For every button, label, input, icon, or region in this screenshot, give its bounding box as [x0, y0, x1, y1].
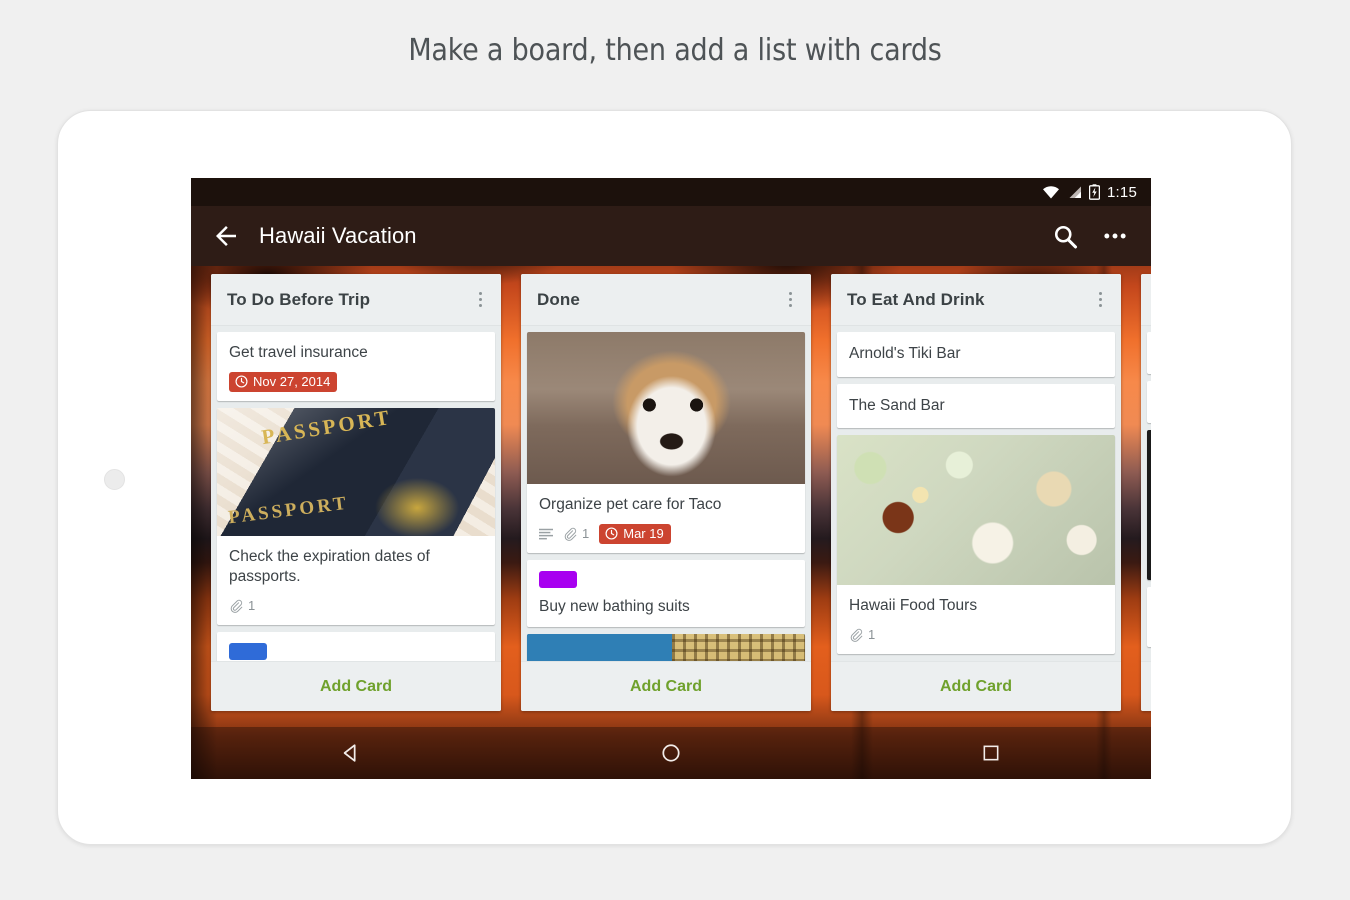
list-menu-icon[interactable] — [1089, 287, 1111, 313]
card-beach-resort[interactable] — [527, 634, 805, 661]
card-blue-label[interactable] — [217, 631, 495, 661]
list-to-eat-and-drink[interactable]: To Eat And Drink Arnold's Tiki Bar The S… — [831, 274, 1121, 711]
card[interactable] — [1147, 332, 1151, 374]
list-header: To Eat And Drink — [831, 274, 1121, 326]
due-date-badge[interactable]: Mar 19 — [599, 523, 671, 544]
wifi-icon — [1043, 186, 1059, 199]
status-bar-clock: 1:15 — [1107, 183, 1137, 201]
list-header — [1141, 274, 1151, 326]
card-title: Check the expiration dates of passports. — [229, 547, 430, 586]
search-icon[interactable] — [1051, 222, 1079, 250]
card[interactable] — [1147, 381, 1151, 423]
card-badges: 1 — [849, 626, 1103, 644]
card-the-sand-bar[interactable]: The Sand Bar — [837, 383, 1115, 429]
list-header: To Do Before Trip — [211, 274, 501, 326]
list-cards: Arnold's Tiki Bar The Sand Bar Hawaii Fo… — [831, 326, 1121, 661]
add-card-button-list-3[interactable]: Add Card — [831, 661, 1121, 711]
card-title: Arnold's Tiki Bar — [849, 345, 961, 362]
list-title: To Do Before Trip — [227, 289, 371, 309]
app-bar: Hawaii Vacation — [191, 206, 1151, 266]
due-date-text: Mar 19 — [623, 525, 664, 541]
card-cover-passport-photo — [217, 407, 495, 536]
android-status-bar: 1:15 — [191, 178, 1151, 206]
list-cards: Get travel insurance Nov 27, 2014 PASSPO… — [211, 326, 501, 661]
card-title: Organize pet care for Taco — [539, 496, 722, 513]
attachment-badge: 1 — [229, 598, 255, 613]
attachment-count: 1 — [868, 627, 876, 643]
list-done[interactable]: Done Organize pet care for Taco 1 Mar 19… — [521, 274, 811, 711]
card-label-purple — [539, 570, 577, 588]
card-title: Get travel insurance — [229, 344, 368, 361]
device-screen: 1:15 Hawaii Vacation To Do Before Trip G… — [191, 178, 1151, 779]
attachment-count: 1 — [248, 598, 256, 614]
list-partial-next[interactable] — [1141, 274, 1151, 711]
due-date-badge[interactable]: Nov 27, 2014 — [229, 371, 338, 392]
add-card-button-list-1[interactable]: Add Card — [211, 661, 501, 711]
card-title: Hawaii Food Tours — [849, 597, 978, 615]
paperclip-icon — [564, 527, 577, 541]
clock-icon — [235, 375, 248, 388]
list-cards: Organize pet care for Taco 1 Mar 19 Buy … — [521, 326, 811, 661]
card-organize-pet-care[interactable]: Organize pet care for Taco 1 Mar 19 — [527, 332, 805, 553]
card-cover-food-platter-photo — [837, 435, 1115, 586]
nav-home-icon[interactable] — [644, 733, 698, 773]
battery-icon — [1089, 184, 1100, 200]
clock-icon — [605, 527, 618, 540]
nav-recents-icon[interactable] — [964, 733, 1018, 773]
card-check-passports[interactable]: Check the expiration dates of passports.… — [217, 407, 495, 625]
add-card-button-list-4[interactable] — [1141, 661, 1151, 711]
overflow-menu-icon[interactable] — [1101, 222, 1129, 250]
card-title: Buy new bathing suits — [539, 597, 690, 615]
description-icon — [539, 528, 553, 540]
back-arrow-icon[interactable] — [211, 221, 241, 251]
android-nav-bar — [191, 727, 1151, 779]
card-get-travel-insurance[interactable]: Get travel insurance Nov 27, 2014 — [217, 332, 495, 401]
card-title: The Sand Bar — [849, 396, 945, 414]
list-cards — [1141, 326, 1151, 661]
card[interactable] — [1147, 430, 1151, 580]
attachment-badge: 1 — [563, 526, 589, 541]
page-title: Make a board, then add a list with cards — [408, 33, 942, 68]
card-arnolds-tiki-bar[interactable]: Arnold's Tiki Bar — [837, 332, 1115, 377]
nav-back-icon[interactable] — [324, 733, 378, 773]
list-header: Done — [521, 274, 811, 326]
card-badges: 1 Mar 19 — [539, 523, 793, 544]
due-date-text: Nov 27, 2014 — [253, 373, 331, 389]
signal-icon — [1069, 186, 1081, 198]
paperclip-icon — [850, 628, 863, 642]
card[interactable] — [1147, 587, 1151, 647]
list-title: Done — [537, 289, 580, 309]
board-lists-container[interactable]: To Do Before Trip Get travel insurance N… — [191, 266, 1151, 779]
card-cover-beach-resort-photo — [527, 634, 805, 661]
list-menu-icon[interactable] — [469, 287, 491, 313]
card-badges: 1 — [229, 597, 483, 615]
card-cover-puppy-photo — [527, 332, 805, 484]
device-home-button[interactable] — [104, 469, 125, 490]
attachment-count: 1 — [582, 526, 590, 542]
list-to-do-before-trip[interactable]: To Do Before Trip Get travel insurance N… — [211, 274, 501, 711]
list-menu-icon[interactable] — [779, 287, 801, 313]
card-label-blue — [229, 642, 267, 660]
card-hawaii-food-tours[interactable]: Hawaii Food Tours 1 — [837, 435, 1115, 654]
paperclip-icon — [230, 599, 243, 613]
card-buy-bathing-suits[interactable]: Buy new bathing suits — [527, 559, 805, 628]
list-title: To Eat And Drink — [847, 289, 985, 309]
card-badges: Nov 27, 2014 — [229, 371, 483, 392]
add-card-button-list-2[interactable]: Add Card — [521, 661, 811, 711]
attachment-badge: 1 — [849, 627, 875, 642]
board-title: Hawaii Vacation — [259, 223, 417, 248]
